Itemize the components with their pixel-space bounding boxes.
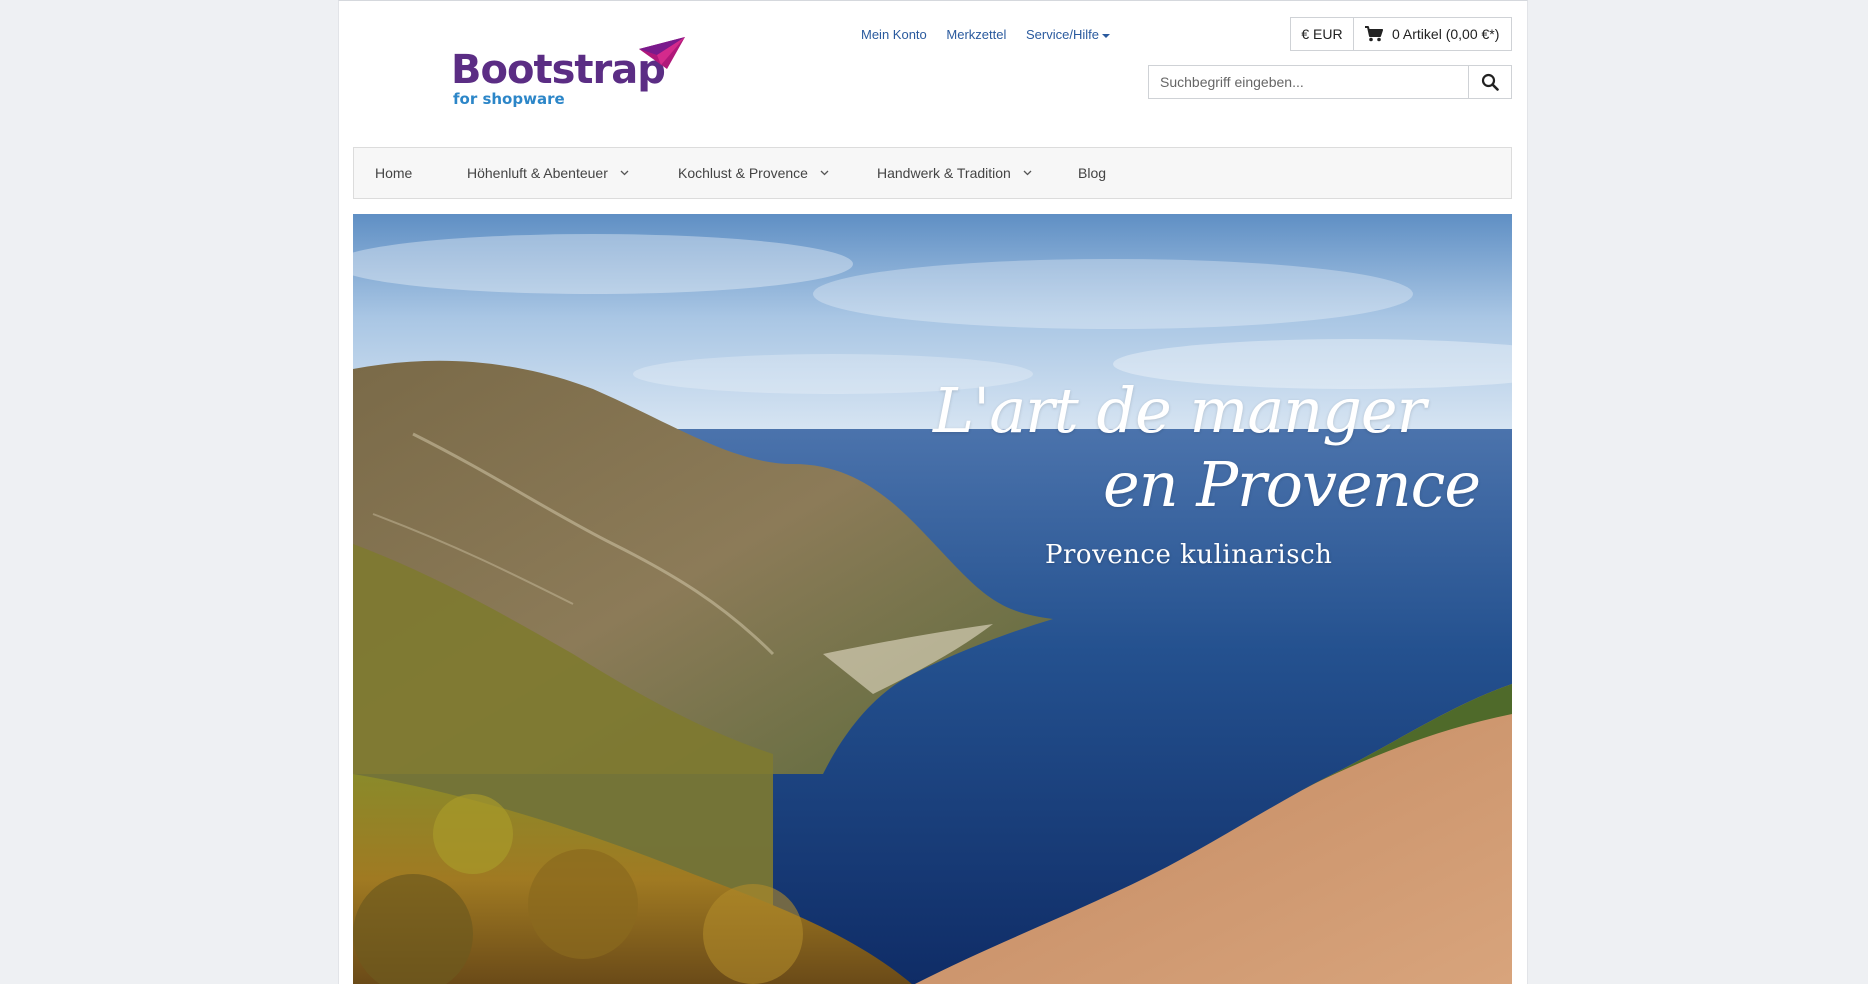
service-help-link[interactable]: Service/Hilfe (1026, 27, 1110, 42)
shopping-cart-icon (1365, 26, 1383, 42)
top-links: Mein Konto Merkzettel Service/Hilfe (861, 27, 1126, 42)
page-container: Bootstrap for shopware Mein Konto Merkze… (338, 0, 1528, 984)
logo-title: Bootstrap (451, 47, 666, 93)
nav-item-label: Höhenluft & Abenteuer (467, 165, 608, 181)
caret-down-icon (1101, 33, 1110, 38)
logo[interactable]: Bootstrap for shopware (451, 33, 691, 113)
currency-switcher[interactable]: € EUR (1290, 17, 1354, 51)
wishlist-link[interactable]: Merkzettel (946, 27, 1006, 42)
nav-item-label: Kochlust & Provence (678, 165, 808, 181)
chevron-down-icon (1023, 170, 1032, 176)
nav-item-label: Handwerk & Tradition (877, 165, 1011, 181)
search-bar (1148, 65, 1512, 99)
chevron-down-icon (620, 170, 629, 176)
nav-item-label: Blog (1078, 165, 1107, 181)
search-input[interactable] (1149, 66, 1469, 98)
hero-banner[interactable]: L'art de manger en Provence Provence kul… (353, 214, 1512, 984)
main-navigation: Home Höhenluft & Abenteuer Kochlust & Pr… (353, 147, 1512, 199)
hero-headline-line2: en Provence (1103, 448, 1481, 521)
hero-subtitle: Provence kulinarisch (1045, 540, 1333, 570)
logo-subtitle: for shopware (453, 90, 565, 108)
paper-plane-icon (639, 37, 685, 69)
hero-text: L'art de manger en Provence Provence kul… (353, 214, 1512, 984)
cart-button[interactable]: 0 Artikel (0,00 €*) (1353, 17, 1512, 51)
nav-item-kochlust[interactable]: Kochlust & Provence (678, 148, 829, 198)
nav-item-label: Home (375, 165, 413, 181)
nav-item-hoehenluft[interactable]: Höhenluft & Abenteuer (467, 148, 629, 198)
cart-label: 0 Artikel (0,00 €*) (1392, 26, 1500, 42)
currency-label: € EUR (1301, 26, 1343, 42)
my-account-link[interactable]: Mein Konto (861, 27, 927, 42)
service-help-label: Service/Hilfe (1025, 27, 1099, 42)
search-icon (1481, 73, 1499, 91)
hero-headline-line1: L'art de manger (933, 374, 1426, 447)
nav-item-blog[interactable]: Blog (1078, 148, 1106, 198)
search-button[interactable] (1468, 66, 1511, 98)
chevron-down-icon (820, 170, 829, 176)
nav-item-home[interactable]: Home (375, 148, 412, 198)
nav-item-handwerk[interactable]: Handwerk & Tradition (877, 148, 1032, 198)
